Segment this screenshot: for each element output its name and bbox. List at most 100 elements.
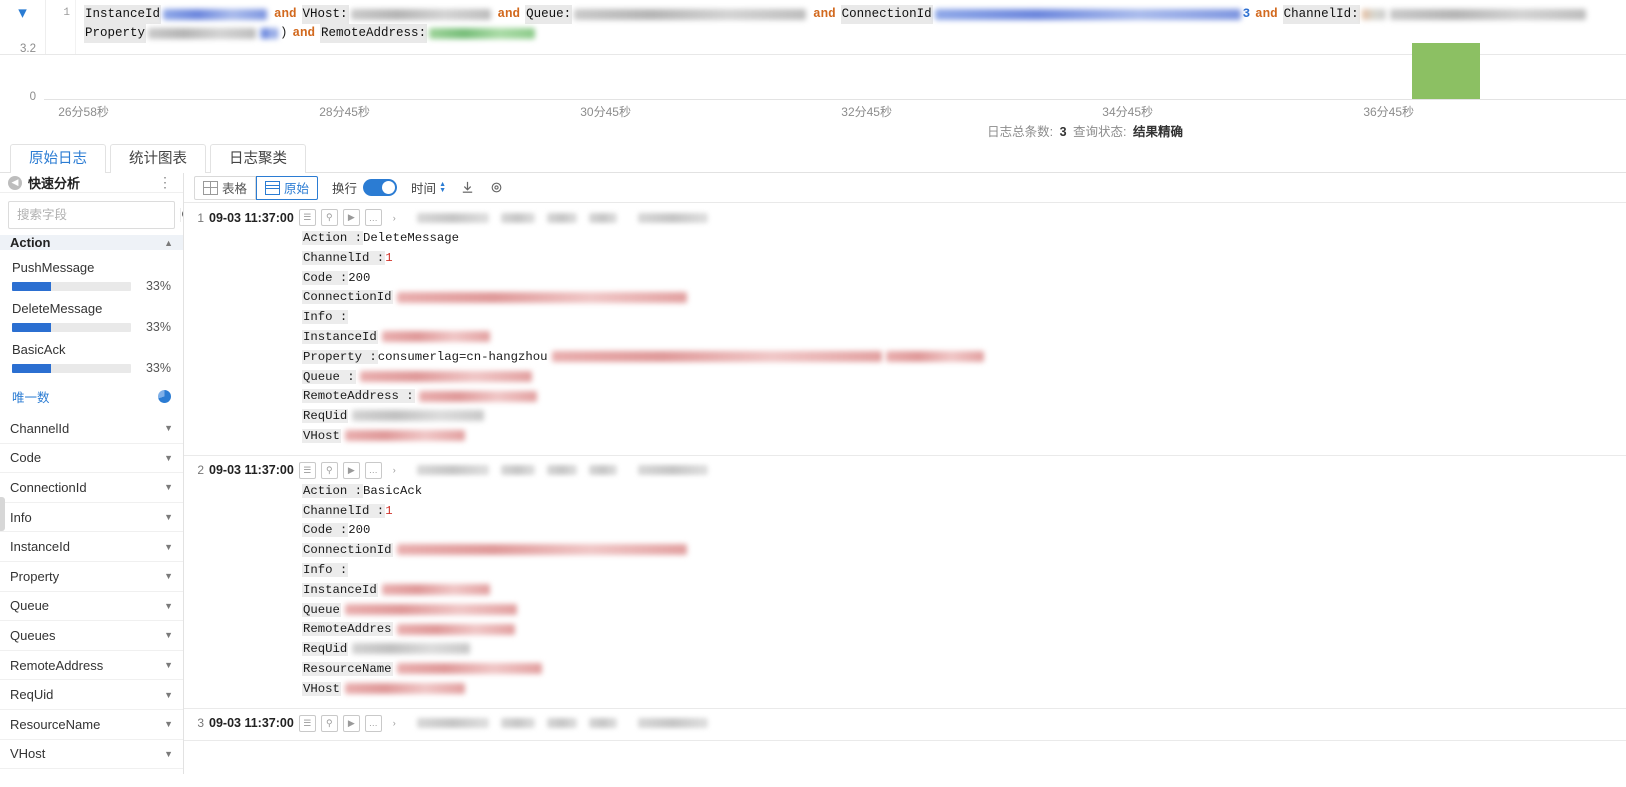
redacted-value xyxy=(344,682,465,694)
sidebar-field-remoteaddress[interactable]: RemoteAddress ▼ xyxy=(0,651,183,681)
view-mode-table-button[interactable]: 表格 xyxy=(194,175,257,200)
chevron-down-icon: ▾ xyxy=(18,3,27,22)
chevron-right-icon[interactable]: › xyxy=(386,210,402,225)
sidebar-field-property[interactable]: Property ▼ xyxy=(0,562,183,592)
field-value-label[interactable]: PushMessage xyxy=(12,260,171,275)
wrap-toggle[interactable] xyxy=(363,179,398,196)
field-value-label[interactable]: BasicAck xyxy=(12,342,171,357)
field-search-box[interactable] xyxy=(8,201,183,229)
log-entry-header: 1 09-03 11:37:00 ☰ ⚲ ▶… › xyxy=(184,209,1626,226)
redacted-value xyxy=(344,430,465,442)
view-mode-raw-button[interactable]: 原始 xyxy=(256,175,319,200)
pie-chart-icon[interactable] xyxy=(158,390,171,403)
sidebar-field-connectionid[interactable]: ConnectionId ▼ xyxy=(0,473,183,503)
search-in-doc-icon[interactable]: ⚲ xyxy=(320,714,338,732)
more-icon[interactable]: … xyxy=(364,461,382,479)
field-value-bar-row: 33% xyxy=(12,361,171,375)
x-axis: 26分58秒 28分45秒 30分45秒 32分45秒 34分45秒 36分45秒 xyxy=(44,103,1626,127)
sidebar-field-requid[interactable]: ReqUid ▼ xyxy=(0,680,183,710)
copy-icon[interactable]: ☰ xyxy=(298,714,316,732)
redacted-tag xyxy=(546,718,577,729)
more-icon[interactable]: … xyxy=(364,714,382,732)
log-entry[interactable]: 3 09-03 11:37:00 ☰ ⚲ ▶… › xyxy=(184,709,1626,741)
sidebar-field-instanceid[interactable]: InstanceId ▼ xyxy=(0,532,183,562)
x-axis-tick-label: 34分45秒 xyxy=(1102,105,1154,119)
sidebar-resize-handle[interactable] xyxy=(0,497,5,531)
log-field-instanceid: InstanceId xyxy=(302,328,1626,348)
chevron-right-icon[interactable]: › xyxy=(386,715,402,731)
sidebar-field-info[interactable]: Info ▼ xyxy=(0,503,183,533)
more-icon[interactable]: … xyxy=(364,209,382,226)
copy-icon[interactable]: ☰ xyxy=(298,209,316,226)
sidebar-field-resourcename[interactable]: ResourceName ▼ xyxy=(0,710,183,740)
sidebar-field-vhost[interactable]: VHost ▼ xyxy=(0,740,183,770)
tab-2[interactable]: 日志聚类 xyxy=(210,144,306,173)
log-field-key: Queue : xyxy=(302,369,356,384)
tab-1[interactable]: 统计图表 xyxy=(110,144,206,173)
download-icon[interactable] xyxy=(460,180,475,195)
caret-down-icon: ▼ xyxy=(164,630,173,641)
caret-down-icon: ▼ xyxy=(164,512,173,523)
query-and-3: and xyxy=(813,7,836,21)
chart-bar[interactable] xyxy=(1412,43,1481,99)
view-mode-raw-label: 原始 xyxy=(284,182,310,196)
total-count-label: 日志总条数: xyxy=(987,125,1054,139)
field-name: InstanceId xyxy=(10,539,70,555)
view-mode-table-label: 表格 xyxy=(222,182,248,196)
y-axis-min-label: 0 xyxy=(29,91,36,103)
log-field-connectionid: ConnectionId xyxy=(302,288,1626,308)
sidebar-field-queue[interactable]: Queue ▼ xyxy=(0,592,183,622)
log-entry[interactable]: 2 09-03 11:37:00 ☰ ⚲ ▶… › Action :BasicAck Chan… xyxy=(184,456,1626,709)
grid-icon xyxy=(203,180,218,195)
sidebar-field-code[interactable]: Code ▼ xyxy=(0,444,183,474)
search-in-doc-icon[interactable]: ⚲ xyxy=(320,209,338,226)
chevron-left-circle-icon[interactable]: ◀ xyxy=(8,175,22,190)
chevron-right-icon[interactable]: › xyxy=(386,462,402,478)
log-field-key: Action : xyxy=(302,231,364,245)
copy-icon[interactable]: ☰ xyxy=(298,461,316,479)
field-value-label[interactable]: DeleteMessage xyxy=(12,301,171,316)
export-icon[interactable]: ▶ xyxy=(342,714,360,732)
query-key-queue: Queue: xyxy=(525,5,573,24)
log-entry[interactable]: 1 09-03 11:37:00 ☰ ⚲ ▶… › Action :DeleteMessag… xyxy=(184,203,1626,456)
y-axis-max-label: 3.2 xyxy=(20,43,36,55)
log-entry-index: 3 xyxy=(197,716,204,731)
caret-up-icon: ▲ xyxy=(164,237,173,248)
tab-0[interactable]: 原始日志 xyxy=(10,144,106,174)
sidebar-field-action[interactable]: Action ▲ xyxy=(0,235,183,250)
caret-down-icon: ▼ xyxy=(164,719,173,730)
unique-count-link[interactable]: 唯一数 xyxy=(12,387,50,406)
query-key-connectionid: ConnectionId xyxy=(840,5,933,24)
export-icon[interactable]: ▶ xyxy=(342,461,360,479)
log-entry-fields: Action :DeleteMessage ChannelId :1 Code :2… xyxy=(184,229,1626,447)
sort-updown-icon: ▲ ▼ xyxy=(439,180,446,194)
log-list[interactable]: 1 09-03 11:37:00 ☰ ⚲ ▶… › Action :DeleteMessag… xyxy=(184,203,1626,774)
more-vertical-icon[interactable]: ⋮ xyxy=(155,174,175,191)
log-field-queue: Queue : xyxy=(302,368,1626,388)
redacted-value xyxy=(381,584,490,595)
caret-down-icon: ▼ xyxy=(164,482,173,493)
gear-icon[interactable] xyxy=(489,180,504,195)
wrap-toggle-group[interactable]: 换行 xyxy=(332,178,398,197)
log-field-channelid: ChannelId :1 xyxy=(302,502,1626,522)
quick-analysis-sidebar: ◀ 快速分析 ⋮ Action ▲ PushMessage 33% DeleteMe… xyxy=(0,173,184,774)
query-key-channelid: ChannelId: xyxy=(1282,5,1360,24)
query-state-value: 结果精确 xyxy=(1132,125,1183,139)
time-sort-control[interactable]: 时间 ▲ ▼ xyxy=(411,178,446,197)
log-field-instanceid: InstanceId xyxy=(302,581,1626,601)
log-field-key: Code : xyxy=(302,523,349,538)
search-in-doc-icon[interactable]: ⚲ xyxy=(320,461,338,479)
field-name: Property xyxy=(10,568,60,584)
field-name: ResourceName xyxy=(10,716,101,732)
export-icon[interactable]: ▶ xyxy=(342,209,360,226)
caret-down-icon: ▼ xyxy=(164,423,173,434)
log-field-key: RemoteAddres xyxy=(302,622,393,637)
redacted-value xyxy=(381,331,490,343)
log-field-key: InstanceId xyxy=(302,582,378,597)
field-name: RemoteAddress xyxy=(10,657,104,673)
sidebar-field-tag[interactable]: tag : receive time▼ xyxy=(0,769,183,774)
sidebar-field-channelid[interactable]: ChannelId ▼ xyxy=(0,414,183,444)
sidebar-field-queues[interactable]: Queues ▼ xyxy=(0,621,183,651)
search-input[interactable] xyxy=(9,202,180,228)
field-name: Info xyxy=(10,509,32,525)
